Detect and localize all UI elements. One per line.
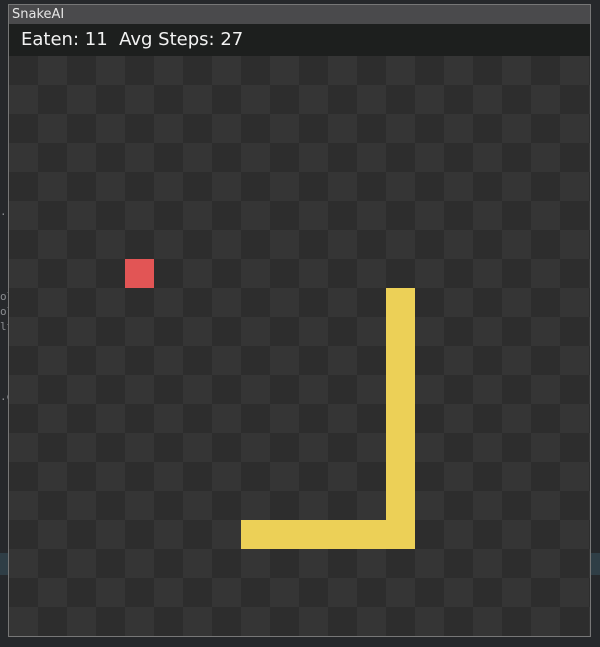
food-pellet	[125, 259, 154, 288]
eaten-value: 11	[84, 29, 108, 50]
snake-segment	[386, 404, 415, 433]
snake-segment	[386, 317, 415, 346]
snake-segment	[299, 520, 328, 549]
snake-segment	[386, 433, 415, 462]
snake-game-window: SnakeAI Eaten: 11 Avg Steps: 27	[8, 4, 591, 637]
snake-segment	[386, 346, 415, 375]
avg-steps-label: Avg Steps:	[119, 29, 215, 50]
snake-segment	[357, 520, 386, 549]
snake-segment	[241, 520, 270, 549]
eaten-label: Eaten:	[21, 29, 80, 50]
snake-segment	[328, 520, 357, 549]
avg-steps-value: 27	[220, 29, 244, 50]
snake-segment	[270, 520, 299, 549]
game-board	[9, 56, 590, 636]
snake-segment	[386, 491, 415, 520]
window-title: SnakeAI	[12, 7, 65, 22]
score-hud: Eaten: 11 Avg Steps: 27	[9, 24, 590, 56]
snake-segment	[386, 375, 415, 404]
snake-segment	[386, 462, 415, 491]
snake-head	[386, 288, 415, 317]
window-titlebar[interactable]: SnakeAI	[9, 5, 590, 24]
background-code-fragment: .	[0, 205, 7, 218]
snake-segment	[386, 520, 415, 549]
